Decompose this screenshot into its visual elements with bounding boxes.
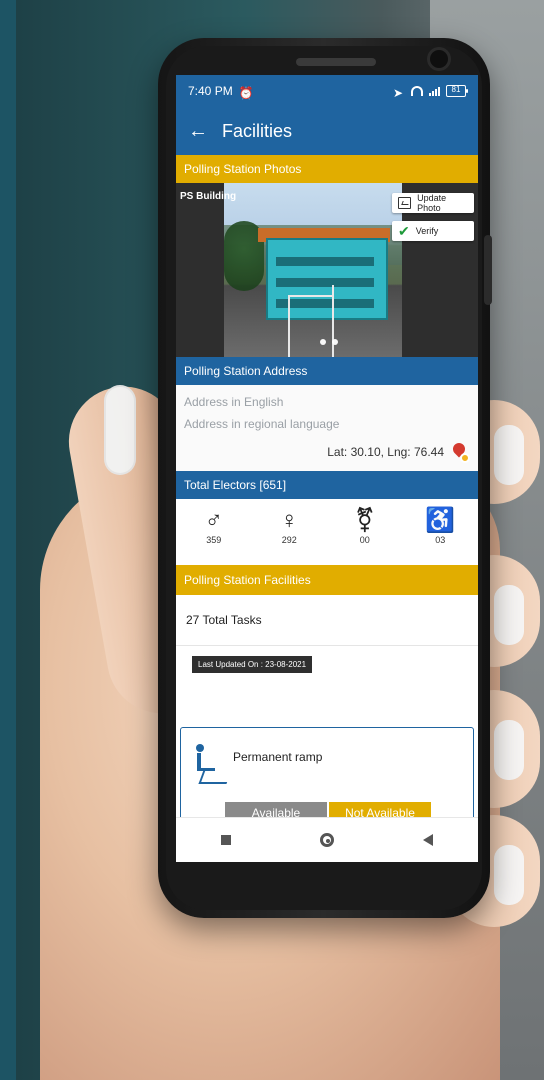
checkmark-icon: ✔ — [398, 223, 410, 239]
location-pin-icon[interactable] — [450, 443, 470, 463]
battery-icon: 81 — [446, 85, 468, 97]
male-elector-icon: ♂ — [204, 507, 223, 534]
last-updated-badge: Last Updated On : 23-08-2021 — [192, 656, 313, 673]
elector-third-gender: ⚧ 00 — [335, 507, 395, 546]
photo-area[interactable]: PS Building Update Photo ✔ Verify — [176, 183, 478, 357]
page-title: Facilities — [222, 120, 293, 141]
address-area: Address in English Address in regional l… — [176, 385, 478, 471]
update-photo-label: Update Photo — [417, 193, 447, 213]
elector-count: 00 — [359, 535, 370, 545]
elector-count: 03 — [435, 535, 446, 545]
section-address-title: Polling Station Address — [184, 364, 308, 378]
finger-nail-2 — [494, 585, 524, 645]
photo-label: PS Building — [180, 191, 237, 202]
carousel-dot[interactable] — [332, 339, 338, 345]
polling-station-photo[interactable] — [224, 183, 402, 357]
elector-pwd: ♿ 03 — [410, 507, 470, 546]
lat-lng-row: Lat: 30.10, Lng: 76.44 — [327, 443, 470, 463]
section-facilities-title: Polling Station Facilities — [184, 573, 311, 587]
photo-icon — [398, 197, 412, 209]
section-electors-title: Total Electors [651] — [184, 478, 287, 492]
back-arrow-icon[interactable]: ← — [188, 121, 208, 141]
elector-count: 359 — [206, 535, 222, 545]
app-bar: ← Facilities — [176, 107, 478, 155]
wifi-icon — [411, 86, 423, 96]
total-tasks-row: 27 Total Tasks — [176, 595, 478, 646]
update-photo-button[interactable]: Update Photo — [392, 193, 474, 213]
section-photos-title: Polling Station Photos — [184, 162, 302, 176]
app-screen: 7:40 PM ⏰ ➤ 81 ← Facilities Polling Stat… — [176, 75, 478, 862]
carousel-dots[interactable] — [320, 339, 338, 345]
lat-lng-text: Lat: 30.10, Lng: 76.44 — [327, 445, 444, 459]
status-right: ➤ 81 — [393, 85, 468, 100]
background-strip — [0, 0, 16, 1080]
status-time: 7:40 PM — [188, 84, 233, 98]
thumb-nail — [104, 385, 136, 475]
pwd-elector-icon: ♿ — [425, 507, 456, 534]
status-bar: 7:40 PM ⏰ ➤ 81 — [176, 75, 478, 107]
finger-nail-1 — [494, 425, 524, 485]
elector-male: ♂ 359 — [184, 507, 244, 546]
finger-nail-4 — [494, 845, 524, 905]
location-icon: ➤ — [393, 86, 404, 100]
facility-card-title: Permanent ramp — [233, 750, 323, 764]
address-english[interactable]: Address in English — [184, 395, 470, 409]
total-tasks-text: 27 Total Tasks — [186, 613, 262, 627]
elector-count: 292 — [281, 535, 297, 545]
finger-nail-3 — [494, 720, 524, 780]
android-nav-bar — [176, 817, 478, 862]
recent-apps-icon[interactable] — [220, 835, 231, 845]
third-gender-elector-icon: ⚧ — [354, 507, 375, 534]
window-row — [276, 299, 374, 308]
home-icon[interactable] — [319, 833, 334, 847]
section-address-header: Polling Station Address — [176, 357, 478, 385]
ramp-icon-head — [196, 744, 204, 752]
electors-row: ♂ 359 ♀ 292 ⚧ 00 ♿ 03 — [176, 499, 478, 565]
window-row — [276, 278, 374, 287]
alarm-icon: ⏰ — [238, 86, 254, 100]
carousel-dot[interactable] — [320, 339, 326, 345]
crossbar — [288, 295, 334, 297]
female-elector-icon: ♀ — [280, 507, 299, 534]
verify-label: Verify — [415, 226, 439, 236]
section-photos-header: Polling Station Photos — [176, 155, 478, 183]
ramp-icon — [191, 744, 232, 784]
signal-icon — [429, 86, 440, 96]
ramp-icon-ramp — [198, 770, 232, 784]
back-icon[interactable] — [423, 834, 434, 846]
address-regional[interactable]: Address in regional language — [184, 417, 470, 431]
elector-female: ♀ 292 — [259, 507, 319, 546]
camera-icon — [430, 50, 448, 68]
pole — [288, 295, 290, 357]
side-button — [484, 235, 492, 305]
phone-speaker — [296, 58, 376, 66]
section-facilities-header: Polling Station Facilities — [176, 565, 478, 595]
verify-button[interactable]: ✔ Verify — [392, 221, 474, 241]
window-row — [276, 257, 374, 266]
battery-level: 81 — [451, 85, 461, 94]
status-left: 7:40 PM ⏰ — [188, 84, 254, 100]
section-electors-header: Total Electors [651] — [176, 471, 478, 499]
